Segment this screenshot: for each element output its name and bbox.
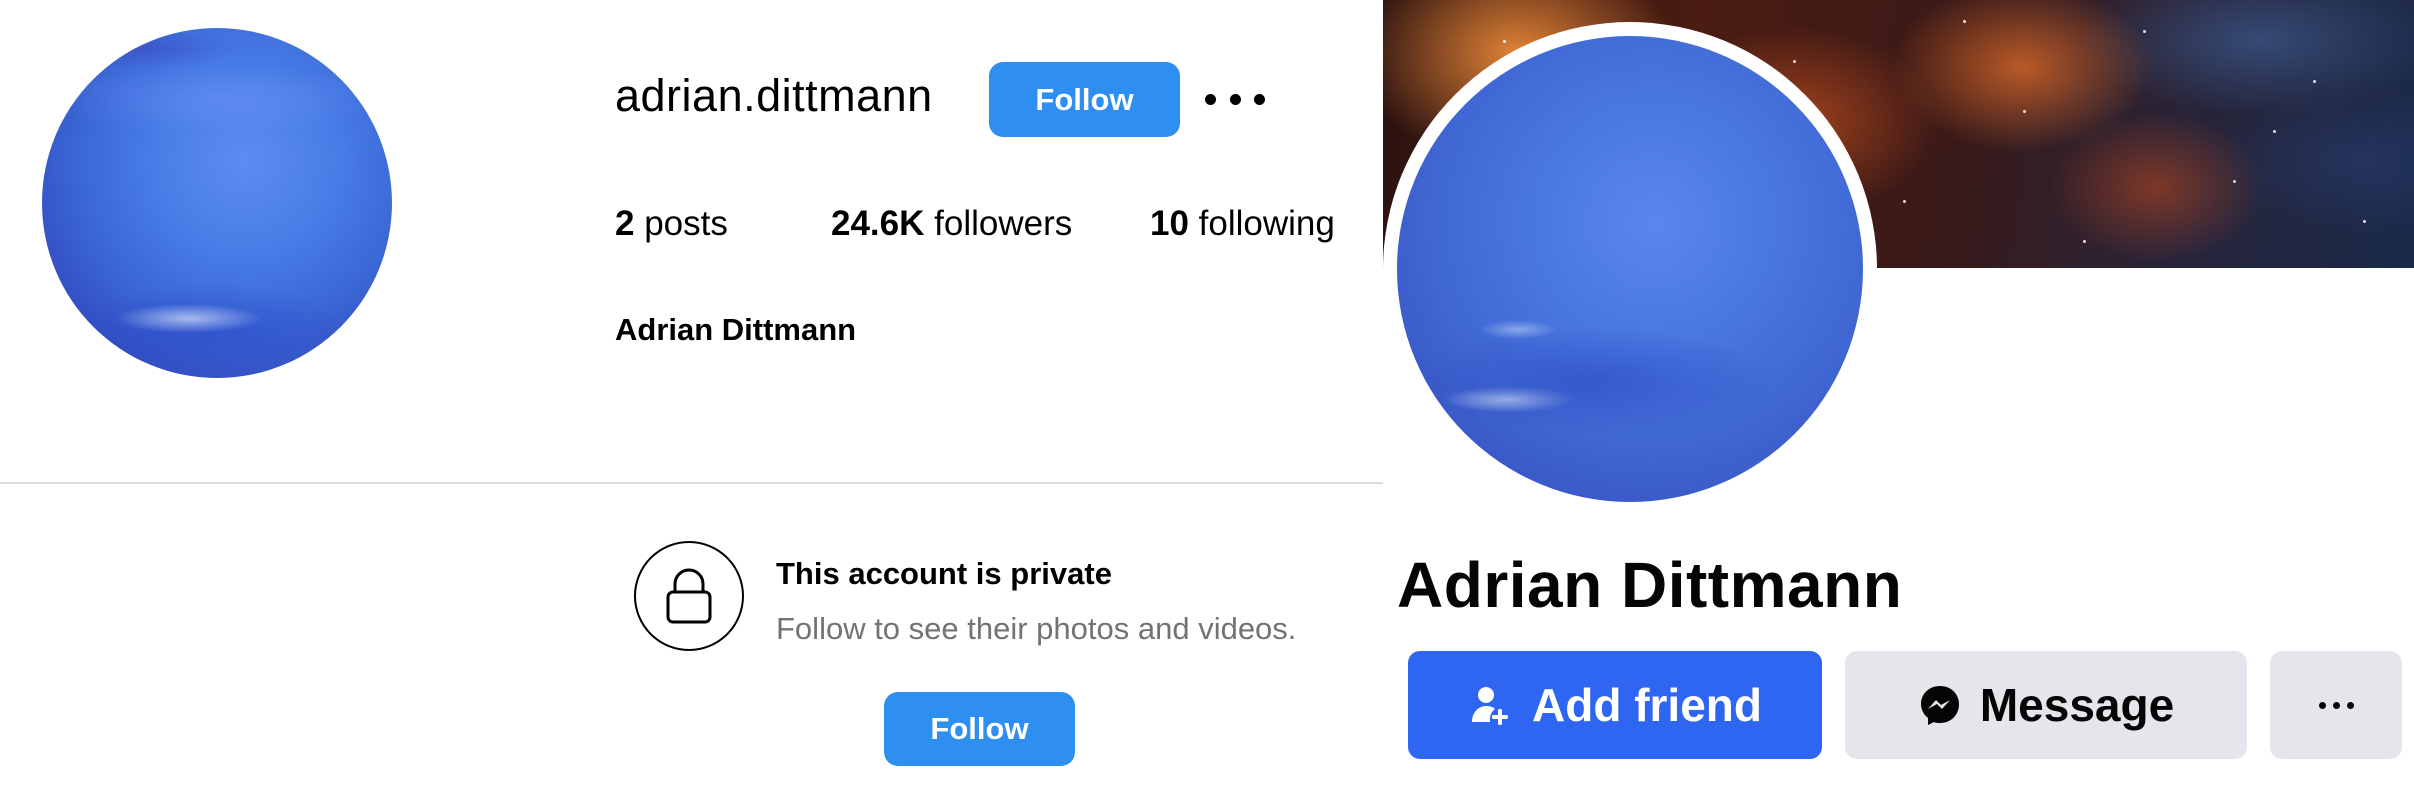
followers-label: followers	[934, 204, 1073, 243]
message-label: Message	[1979, 679, 2175, 731]
posts-stat: 2 posts	[615, 204, 728, 244]
following-stat[interactable]: 10 following	[1150, 204, 1335, 244]
more-options-icon[interactable]	[1205, 88, 1265, 110]
section-divider	[0, 482, 1383, 484]
profile-username: adrian.dittmann	[615, 70, 933, 121]
profile-name: Adrian Dittmann	[1397, 549, 1903, 621]
posts-count: 2	[615, 204, 635, 243]
profile-avatar[interactable]	[42, 28, 392, 378]
add-person-icon	[1472, 687, 1508, 725]
add-friend-button[interactable]: Add friend	[1408, 651, 1822, 759]
private-account-subtitle: Follow to see their photos and videos.	[776, 611, 1297, 646]
following-count: 10	[1150, 204, 1189, 243]
followers-count: 24.6K	[831, 204, 925, 243]
messenger-icon	[1920, 686, 1959, 725]
lock-icon	[634, 541, 744, 651]
followers-stat[interactable]: 24.6K followers	[831, 204, 1072, 244]
profile-full-name: Adrian Dittmann	[615, 312, 857, 347]
follow-button[interactable]: Follow	[989, 62, 1180, 137]
add-friend-label: Add friend	[1532, 679, 1762, 731]
profile-picture[interactable]	[1397, 36, 1863, 502]
posts-label: posts	[644, 204, 728, 243]
follow-button-private[interactable]: Follow	[884, 692, 1075, 766]
private-account-title: This account is private	[776, 556, 1112, 591]
more-horizontal-icon	[2318, 701, 2354, 709]
more-options-button[interactable]	[2270, 651, 2402, 759]
following-label: following	[1198, 204, 1335, 243]
message-button[interactable]: Message	[1845, 651, 2247, 759]
instagram-profile-panel: adrian.dittmann Follow 2 posts 24.6K fol…	[0, 0, 1383, 789]
